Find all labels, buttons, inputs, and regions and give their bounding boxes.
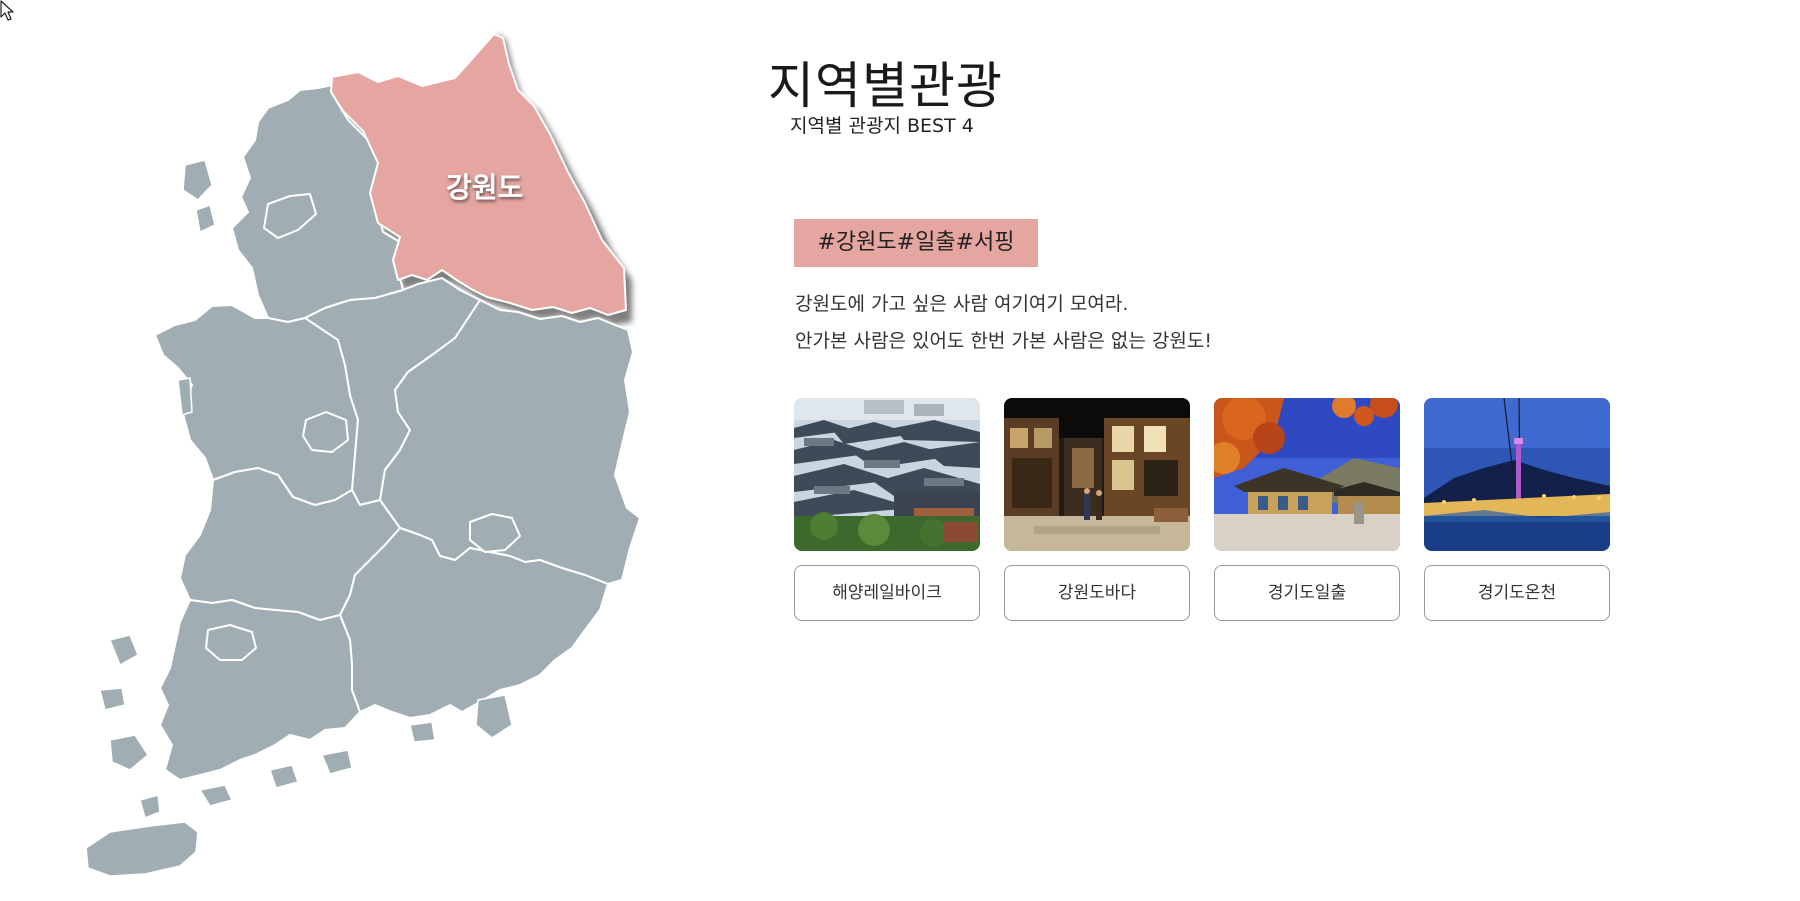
- korea-region-map: 강원도: [0, 0, 700, 901]
- attraction-button-1[interactable]: 해양레일바이크: [794, 565, 980, 621]
- page-subtitle: 지역별 관광지 BEST 4: [790, 115, 974, 137]
- island-west-1[interactable]: [195, 204, 216, 234]
- cable-car-night-image: [1424, 398, 1610, 551]
- island-south-1[interactable]: [198, 784, 234, 807]
- museum-interior-image: [1004, 398, 1190, 551]
- region-gwangju[interactable]: [205, 624, 257, 661]
- attraction-image-3[interactable]: [1214, 398, 1400, 551]
- island-south-3[interactable]: [320, 749, 353, 775]
- attraction-image-4[interactable]: [1424, 398, 1610, 551]
- temple-autumn-image: [1214, 398, 1400, 551]
- island-south-2[interactable]: [269, 764, 299, 789]
- description-line: 안가본 사람은 있어도 한번 가본 사람은 없는 강원도!: [795, 330, 1212, 352]
- attraction-button-4[interactable]: 경기도온천: [1424, 565, 1610, 621]
- island-jeju[interactable]: [85, 821, 199, 877]
- island-south-4[interactable]: [409, 721, 436, 743]
- hanok-village-image: [794, 398, 980, 551]
- island-geoje[interactable]: [475, 694, 513, 739]
- island-west-2[interactable]: [177, 377, 193, 416]
- mouse-cursor-icon: [0, 0, 14, 21]
- island-ganghwa[interactable]: [182, 159, 213, 201]
- island-west-3[interactable]: [108, 634, 139, 667]
- map-svg: [85, 33, 641, 877]
- attraction-image-2[interactable]: [1004, 398, 1190, 551]
- island-sw-1[interactable]: [109, 734, 149, 771]
- region-daejeon[interactable]: [302, 411, 349, 453]
- attraction-button-3[interactable]: 경기도일출: [1214, 565, 1400, 621]
- selected-region-label: 강원도: [446, 171, 524, 204]
- attraction-image-1[interactable]: [794, 398, 980, 551]
- description-line: 강원도에 가고 싶은 사람 여기여기 모여라.: [795, 293, 1129, 315]
- region-tags: #강원도#일출#서핑: [794, 219, 1038, 267]
- island-sw-2[interactable]: [139, 794, 161, 820]
- attraction-button-2[interactable]: 강원도바다: [1004, 565, 1190, 621]
- island-west-4[interactable]: [99, 687, 126, 711]
- page-title: 지역별관광: [768, 57, 1003, 115]
- region-description: 강원도에 가고 싶은 사람 여기여기 모여라. 안가본 사람은 있어도 한번 가…: [795, 286, 1212, 360]
